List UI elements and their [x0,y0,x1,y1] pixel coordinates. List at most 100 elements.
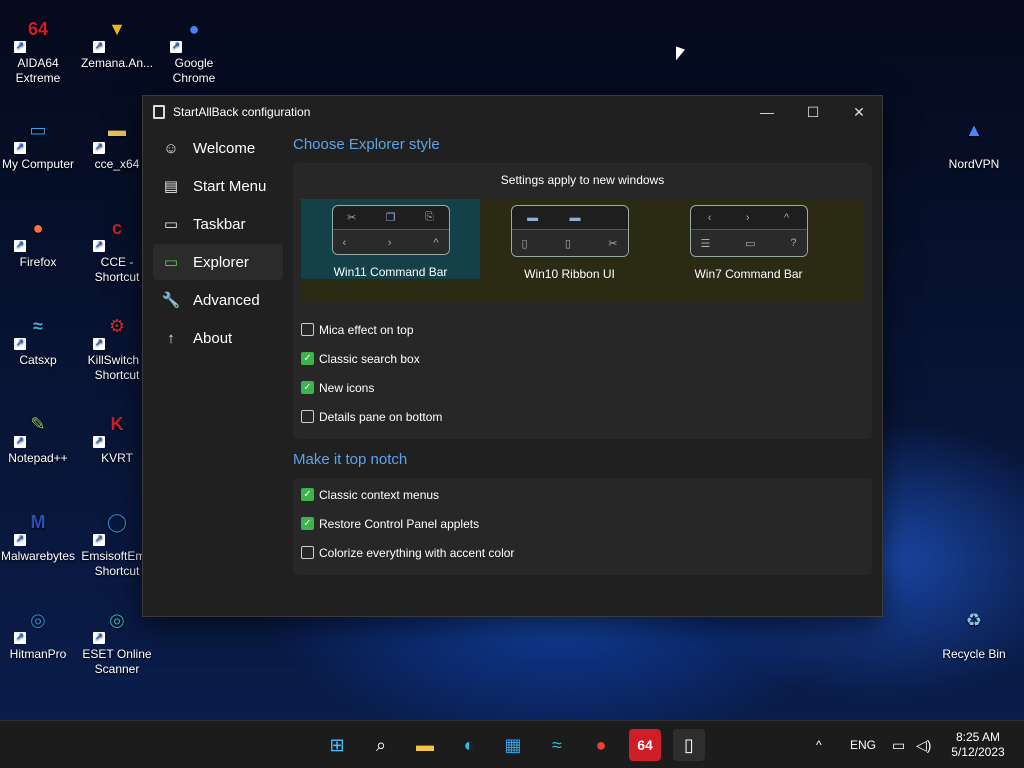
start-icon[interactable]: ⊞ [321,729,353,761]
aida64-icon[interactable]: 64 [629,729,661,761]
my-computer-icon: ▭ ↗ [14,119,47,154]
checkbox-unchecked-icon[interactable] [301,546,314,559]
close-button[interactable]: ✕ [836,96,882,128]
emsisoftem-shortcut-icon: ◯ ↗ [93,511,128,546]
checkbox-unchecked-icon[interactable] [301,323,314,336]
top-notch-panel: ✓ Classic context menus ✓ Restore Control P… [293,478,872,575]
title-bar[interactable]: StartAllBack configuration — ☐ ✕ [143,96,882,128]
sidebar-item-welcome[interactable]: ☺ Welcome [153,130,283,166]
desktop-icon-notepad[interactable]: ✎ ↗ Notepad++ [0,400,76,466]
checkbox-checked-icon[interactable]: ✓ [301,381,314,394]
sidebar-item-label: Taskbar [193,215,246,233]
style-option-win10-ribbon-ui[interactable]: ▬ ▬ ▯ ▯ ✂ Win10 Ribbon UI [480,199,659,301]
desktop-icon-label: Zemana.An... [80,56,154,70]
shortcut-arrow-icon: ↗ [93,240,105,252]
maximize-button[interactable]: ☐ [790,96,836,128]
desktop-icon-label: KVRT [101,451,133,465]
shortcut-arrow-icon: ↗ [93,436,105,448]
folder-icon: ▭ [163,254,179,271]
desktop-icon-label: AIDA64 Extreme [15,56,61,85]
checkbox-checked-icon[interactable]: ✓ [301,488,314,501]
clock[interactable]: 8:25 AM 5/12/2023 [946,721,1010,768]
mouse-cursor [676,46,685,64]
store-icon[interactable]: ▦ [497,729,529,761]
checkbox-details-pane-on-bottom[interactable]: Details pane on bottom [301,402,864,431]
file-explorer-icon[interactable]: ▬ [409,729,441,761]
start-menu-icon: ▤ [163,178,179,195]
checkbox-checked-icon[interactable]: ✓ [301,352,314,365]
style-option-win11-command-bar[interactable]: ✂ ❐ ⎘ ‹ › ^ Win11 Command Bar [301,199,480,279]
desktop-icon-aida64-extreme[interactable]: 64 ↗ AIDA64 Extreme [0,5,76,86]
shortcut-arrow-icon: ↗ [14,632,26,644]
checkbox-classic-context-menus[interactable]: ✓ Classic context menus [301,480,864,509]
clock-time: 8:25 AM [955,730,1001,744]
language-indicator[interactable]: ENG [850,721,876,768]
checkbox-unchecked-icon[interactable] [301,410,314,423]
search-icon[interactable]: ⌕ [365,729,397,761]
nordvpn-icon: ▲ [965,119,983,140]
shortcut-arrow-icon: ↗ [93,142,105,154]
volume-icon[interactable]: ◁) [916,721,931,768]
edge-icon[interactable]: ◐ [453,729,485,761]
sidebar-item-explorer[interactable]: ▭ Explorer [153,244,283,280]
style-option-win7-command-bar[interactable]: ‹ › ^ ☰ ▭? Win7 Command Bar [659,199,838,301]
desktop-icon-label: Notepad++ [8,451,68,465]
checkbox-mica-effect-on-top[interactable]: Mica effect on top [301,315,864,344]
shortcut-arrow-icon: ↗ [14,41,26,53]
checkbox-label: Mica effect on top [319,322,414,337]
wrench-icon: 🔧 [161,292,181,309]
shortcut-arrow-icon: ↗ [93,534,105,546]
desktop-icon-label: HitmanPro [9,647,67,661]
shortcut-arrow-icon: ↗ [170,41,182,53]
desktop-icon-recycle-bin[interactable]: ♻ Recycle Bin [936,596,1012,662]
settings-note: Settings apply to new windows [500,173,665,187]
desktop-icon-malwarebytes[interactable]: M ↗ Malwarebytes [0,498,76,564]
notepad-icon: ✎ ↗ [14,413,46,448]
sidebar-item-about[interactable]: ↑ About [153,320,283,356]
desktop-icon-label: Catsxp [19,353,57,367]
clock-date: 5/12/2023 [951,745,1005,759]
shortcut-arrow-icon: ↗ [14,534,26,546]
startallback-icon[interactable]: ▯ [673,729,705,761]
desktop-icon-firefox[interactable]: ● ↗ Firefox [0,204,76,270]
section-title-top-notch: Make it top notch [293,451,408,468]
tray-overflow-chevron[interactable]: ^ [816,721,822,768]
checkbox-classic-search-box[interactable]: ✓ Classic search box [301,344,864,373]
checkbox-new-icons[interactable]: ✓ New icons [301,373,864,402]
shortcut-arrow-icon: ↗ [14,436,26,448]
checkbox-label: Classic context menus [319,487,440,502]
style-options: ✂ ❐ ⎘ ‹ › ^ Win11 Command Bar ▬ ▬ ▯ ▯ ✂ Win10 Ribbon… [301,199,864,301]
checkbox-colorize-everything-with-accent-color[interactable]: Colorize everything with accent color [301,538,864,567]
desktop-icon-label: ESET Online Scanner [82,647,152,676]
shortcut-arrow-icon: ↗ [93,41,105,53]
checkbox-label: New icons [319,380,375,395]
desktop-icon-zemana-an[interactable]: ▼ ↗ Zemana.An... [79,5,155,71]
style-option-label: Win11 Command Bar [333,265,448,279]
desktop-icon-catsxp[interactable]: ≈ ↗ Catsxp [0,302,76,368]
checkbox-restore-control-panel-applets[interactable]: ✓ Restore Control Panel applets [301,509,864,538]
sidebar-item-taskbar[interactable]: ▭ Taskbar [153,206,283,242]
shortcut-arrow-icon: ↗ [93,632,105,644]
google-chrome-icon: ● ↗ [170,18,200,53]
smile-icon: ☺ [163,139,179,157]
desktop-icon-label: Google Chrome [172,56,216,85]
catsxp-icon[interactable]: ≈ [541,729,573,761]
sidebar-item-start-menu[interactable]: ▤ Start Menu [153,168,283,204]
eset-online-scanner-icon: ◎ ↗ [93,609,125,644]
chrome-icon[interactable]: ● [585,729,617,761]
minimize-button[interactable]: — [744,96,790,128]
sidebar-item-label: Start Menu [193,177,267,195]
desktop-icon-nordvpn[interactable]: ▲ NordVPN [936,106,1012,172]
hitmanpro-icon: ◎ ↗ [14,609,46,644]
desktop-icon-label: Firefox [19,255,57,269]
desktop-icon-label: cce_x64 [94,157,140,171]
desktop-icon-google-chrome[interactable]: ● ↗ Google Chrome [156,5,232,86]
malwarebytes-icon: M ↗ [14,511,46,546]
kvrt-icon: K ↗ [93,413,124,448]
network-icon[interactable]: ▭ [892,721,905,768]
checkbox-checked-icon[interactable]: ✓ [301,517,314,530]
recycle-bin-icon: ♻ [965,609,983,630]
desktop-icon-my-computer[interactable]: ▭ ↗ My Computer [0,106,76,172]
desktop-icon-hitmanpro[interactable]: ◎ ↗ HitmanPro [0,596,76,662]
sidebar-item-advanced[interactable]: 🔧 Advanced [153,282,283,318]
